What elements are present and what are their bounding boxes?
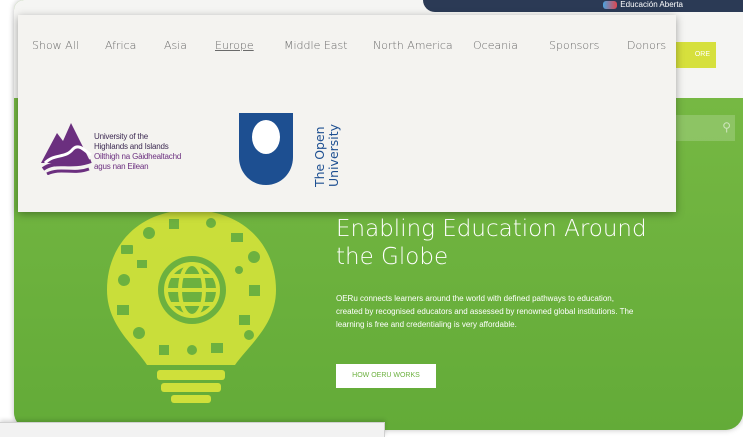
uhi-name-line3: Oilthigh na Gàidhealtachd (94, 152, 182, 161)
ou-name-line2: University (326, 123, 341, 187)
uhi-logo[interactable]: University of the Highlands and Islands … (39, 119, 229, 179)
brand-logo-icon (603, 0, 618, 9)
tab-middle-east[interactable]: Middle East (284, 39, 348, 52)
how-oeru-works-button[interactable]: HOW OERU WORKS (336, 364, 436, 388)
uhi-name-line1: University of the (94, 132, 148, 141)
tab-africa[interactable]: Africa (105, 39, 136, 52)
bottom-window-strip (0, 422, 385, 437)
brand-name[interactable]: Educación Aberta (603, 0, 683, 9)
open-university-logo[interactable]: The Open University (237, 111, 341, 187)
lightbulb-illustration (107, 210, 276, 403)
tab-donors[interactable]: Donors (627, 39, 666, 52)
tab-oceania[interactable]: Oceania (473, 39, 518, 52)
search-icon[interactable]: ⚲ (722, 120, 731, 134)
top-brand-bar: Educación Aberta (423, 0, 743, 12)
partner-filter-panel: Show All Africa Asia Europe Middle East … (18, 15, 676, 212)
uhi-name-line4: agus nan Eilean (94, 162, 149, 171)
uhi-name-line2: Highlands and Islands (94, 142, 169, 151)
uhi-mountain-icon (41, 123, 92, 176)
tab-show-all[interactable]: Show All (32, 39, 79, 52)
ou-wordmark: The Open University (312, 111, 341, 187)
hero-description: OERu connects learners around the world … (336, 294, 634, 329)
ou-name-line1: The Open (312, 126, 327, 187)
hero-title: Enabling Education Around the Globe (336, 216, 647, 270)
ou-shield-icon (239, 113, 293, 185)
tab-europe[interactable]: Europe (215, 39, 254, 52)
tab-asia[interactable]: Asia (164, 39, 187, 52)
uhi-name: University of the Highlands and Islands … (94, 132, 234, 172)
tab-north-america[interactable]: North America (373, 39, 453, 52)
region-filter-tabs: Show All Africa Asia Europe Middle East … (18, 39, 676, 55)
tab-sponsors[interactable]: Sponsors (549, 39, 599, 52)
